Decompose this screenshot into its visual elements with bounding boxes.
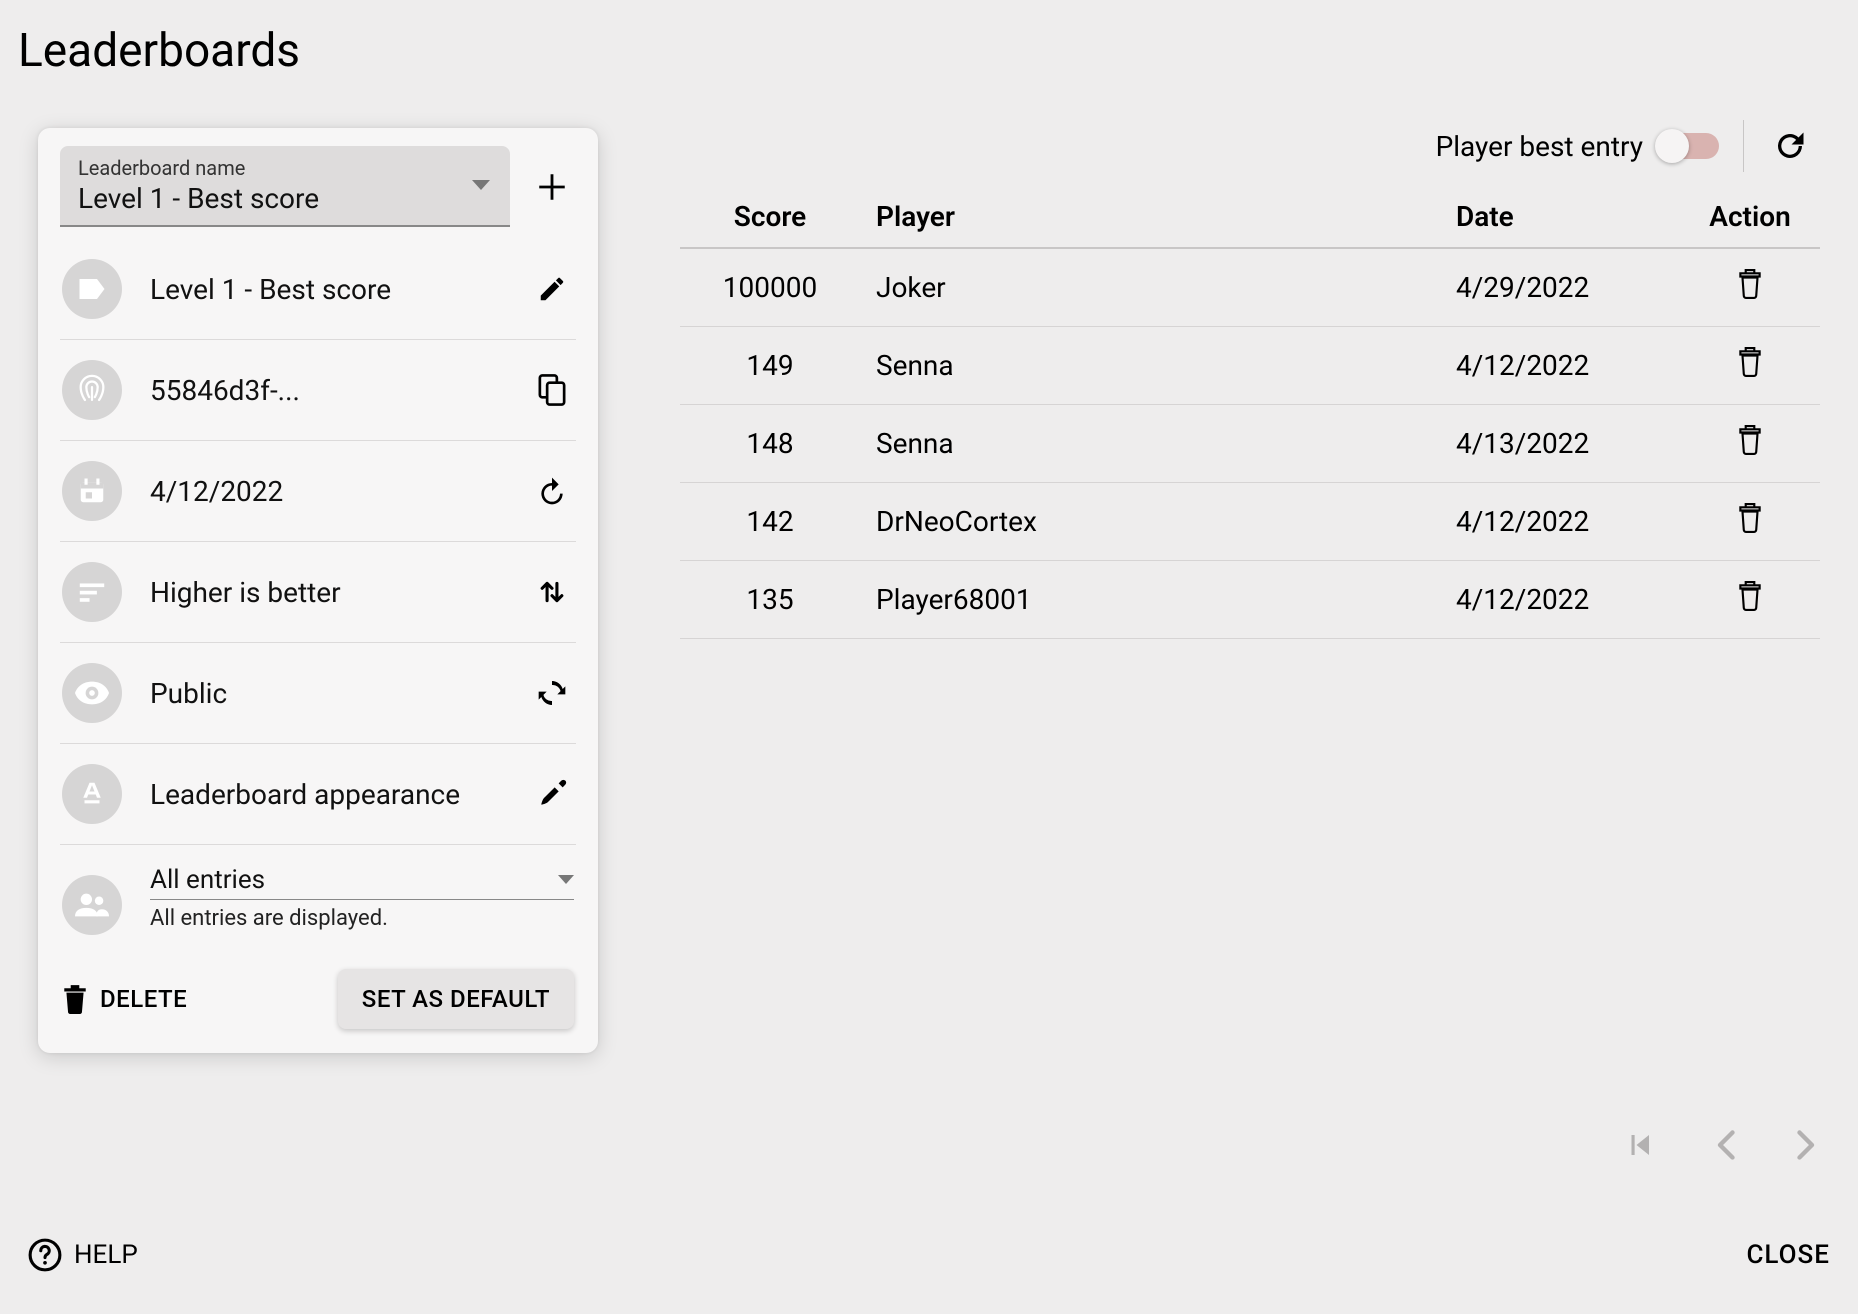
property-visibility-value: Public xyxy=(150,677,502,710)
header-date: Date xyxy=(1440,186,1680,248)
cell-player: Senna xyxy=(860,405,1440,483)
delete-button-label: DELETE xyxy=(100,985,187,1013)
edit-appearance-button[interactable] xyxy=(530,772,574,816)
property-date-row: 4/12/2022 xyxy=(60,441,576,542)
table-row: 149Senna4/12/2022 xyxy=(680,327,1820,405)
delete-entry-button[interactable] xyxy=(1737,269,1763,299)
table-row: 148Senna4/13/2022 xyxy=(680,405,1820,483)
add-leaderboard-button[interactable] xyxy=(528,163,576,211)
select-value: Level 1 - Best score xyxy=(78,182,492,215)
entries-filter-select[interactable]: All entries xyxy=(150,865,574,900)
cell-date: 4/29/2022 xyxy=(1440,248,1680,327)
edit-name-button[interactable] xyxy=(530,267,574,311)
eye-icon xyxy=(62,663,122,723)
table-row: 135Player680014/12/2022 xyxy=(680,561,1820,639)
entries-table: Score Player Date Action 100000Joker4/29… xyxy=(680,186,1820,639)
property-appearance-value: Leaderboard appearance xyxy=(150,778,502,811)
copy-id-button[interactable] xyxy=(530,368,574,412)
pagination xyxy=(1624,1130,1818,1160)
delete-entry-button[interactable] xyxy=(1737,425,1763,455)
fingerprint-icon xyxy=(62,360,122,420)
refresh-button[interactable] xyxy=(1768,124,1812,168)
cell-date: 4/12/2022 xyxy=(1440,327,1680,405)
cell-score: 135 xyxy=(680,561,860,639)
property-visibility-row: Public xyxy=(60,643,576,744)
trash-icon xyxy=(62,984,88,1014)
first-page-button[interactable] xyxy=(1624,1130,1654,1160)
table-header-row: Score Player Date Action xyxy=(680,186,1820,248)
header-score: Score xyxy=(680,186,860,248)
cell-score: 149 xyxy=(680,327,860,405)
select-label: Leaderboard name xyxy=(78,156,492,180)
property-name-value: Level 1 - Best score xyxy=(150,273,502,306)
player-best-entry-label: Player best entry xyxy=(1436,130,1643,163)
cell-date: 4/12/2022 xyxy=(1440,561,1680,639)
page-title: Leaderboards xyxy=(18,24,300,78)
cell-date: 4/13/2022 xyxy=(1440,405,1680,483)
player-best-entry-toggle[interactable] xyxy=(1657,133,1719,159)
cell-date: 4/12/2022 xyxy=(1440,483,1680,561)
cell-score: 100000 xyxy=(680,248,860,327)
cell-player: Senna xyxy=(860,327,1440,405)
header-player: Player xyxy=(860,186,1440,248)
people-icon xyxy=(62,875,122,935)
delete-entry-button[interactable] xyxy=(1737,503,1763,533)
reset-date-button[interactable] xyxy=(530,469,574,513)
property-sort-row: Higher is better xyxy=(60,542,576,643)
prev-page-button[interactable] xyxy=(1714,1130,1736,1160)
property-id-value: 55846d3f-... xyxy=(150,374,502,407)
delete-leaderboard-button[interactable]: DELETE xyxy=(62,984,187,1014)
calendar-icon xyxy=(62,461,122,521)
table-row: 100000Joker4/29/2022 xyxy=(680,248,1820,327)
entries-filter-value: All entries xyxy=(150,865,265,895)
property-id-row: 55846d3f-... xyxy=(60,340,576,441)
entries-area: Player best entry Score Player Date Acti… xyxy=(680,120,1820,639)
chevron-down-icon xyxy=(472,180,490,192)
property-appearance-row: Leaderboard appearance xyxy=(60,744,576,845)
delete-entry-button[interactable] xyxy=(1737,581,1763,611)
leaderboard-name-select[interactable]: Leaderboard name Level 1 - Best score xyxy=(60,146,510,227)
cell-score: 148 xyxy=(680,405,860,483)
toggle-sort-button[interactable] xyxy=(530,570,574,614)
toggle-visibility-button[interactable] xyxy=(530,671,574,715)
property-name-row: Level 1 - Best score xyxy=(60,239,576,340)
help-icon xyxy=(28,1238,62,1272)
cell-score: 142 xyxy=(680,483,860,561)
property-sort-value: Higher is better xyxy=(150,576,502,609)
header-action: Action xyxy=(1680,186,1820,248)
cell-player: Joker xyxy=(860,248,1440,327)
delete-entry-button[interactable] xyxy=(1737,347,1763,377)
leaderboard-settings-panel: Leaderboard name Level 1 - Best score Le… xyxy=(38,128,598,1053)
chevron-down-icon xyxy=(558,875,574,885)
next-page-button[interactable] xyxy=(1796,1130,1818,1160)
table-row: 142DrNeoCortex4/12/2022 xyxy=(680,483,1820,561)
entries-filter-description: All entries are displayed. xyxy=(150,906,574,931)
label-icon xyxy=(62,259,122,319)
sort-icon xyxy=(62,562,122,622)
help-button[interactable]: HELP xyxy=(28,1238,138,1272)
property-filter-row: All entries All entries are displayed. xyxy=(60,845,576,955)
close-button[interactable]: CLOSE xyxy=(1746,1240,1830,1270)
cell-player: Player68001 xyxy=(860,561,1440,639)
property-date-value: 4/12/2022 xyxy=(150,475,502,508)
help-button-label: HELP xyxy=(74,1240,138,1270)
separator xyxy=(1743,120,1744,172)
set-as-default-button[interactable]: SET AS DEFAULT xyxy=(338,969,574,1029)
cell-player: DrNeoCortex xyxy=(860,483,1440,561)
toggle-thumb xyxy=(1655,129,1689,163)
text-format-icon xyxy=(62,764,122,824)
